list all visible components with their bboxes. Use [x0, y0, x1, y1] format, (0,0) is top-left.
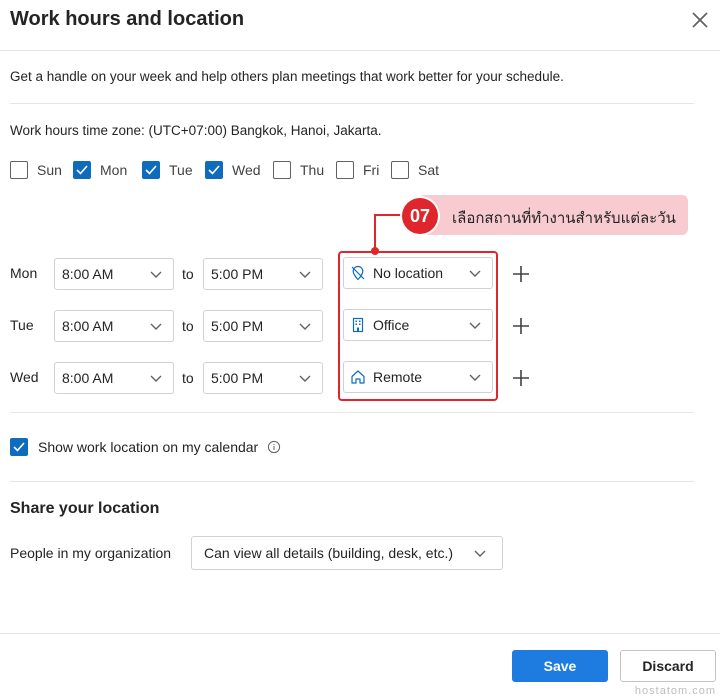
schedule-day-label: Mon — [10, 265, 38, 281]
share-heading: Share your location — [10, 500, 160, 517]
show-location-label: Show work location on my calendar — [38, 439, 259, 455]
checkmark-icon — [208, 165, 220, 175]
end-time-dropdown[interactable]: 5:00 PM — [203, 310, 323, 342]
to-label: to — [182, 266, 194, 282]
chevron-down-icon — [299, 323, 311, 330]
checkmark-icon — [13, 442, 25, 452]
add-icon[interactable] — [511, 316, 531, 336]
day-checkbox-sun[interactable]: Sun — [10, 160, 62, 180]
day-label: Sun — [37, 162, 62, 178]
footer-divider — [0, 633, 720, 634]
watermark: hostatom.com — [634, 685, 716, 697]
callout-highlight-box — [338, 251, 498, 401]
divider — [10, 412, 694, 413]
chevron-down-icon — [150, 271, 162, 278]
discard-button[interactable]: Discard — [620, 650, 716, 682]
checkbox[interactable] — [273, 161, 291, 179]
day-checkbox-sat[interactable]: Sat — [391, 160, 439, 180]
divider — [10, 103, 694, 104]
day-label: Wed — [232, 162, 261, 178]
to-label: to — [182, 370, 194, 386]
schedule-day-label: Wed — [10, 369, 39, 385]
day-checkbox-fri[interactable]: Fri — [336, 160, 379, 180]
dialog-title: Work hours and location — [10, 8, 245, 30]
checkbox[interactable] — [10, 438, 28, 456]
start-time-dropdown[interactable]: 8:00 AM — [54, 258, 174, 290]
start-time-dropdown[interactable]: 8:00 AM — [54, 310, 174, 342]
day-label: Tue — [169, 162, 193, 178]
close-icon[interactable] — [688, 8, 712, 32]
chevron-down-icon — [299, 375, 311, 382]
day-checkbox-mon[interactable]: Mon — [73, 160, 127, 180]
checkbox[interactable] — [10, 161, 28, 179]
add-icon[interactable] — [511, 264, 531, 284]
people-permission-dropdown[interactable]: Can view all details (building, desk, et… — [191, 536, 503, 570]
chevron-down-icon — [150, 375, 162, 382]
timezone-text: Work hours time zone: (UTC+07:00) Bangko… — [10, 123, 382, 138]
day-checkbox-tue[interactable]: Tue — [142, 160, 193, 180]
chevron-down-icon — [474, 550, 486, 557]
info-icon[interactable] — [267, 440, 281, 454]
day-label: Sat — [418, 162, 440, 178]
chevron-down-icon — [150, 323, 162, 330]
dropdown-value: Can view all details (building, desk, et… — [204, 545, 454, 561]
add-icon[interactable] — [511, 368, 531, 388]
show-location-checkbox[interactable]: Show work location on my calendar — [10, 438, 281, 456]
checkbox[interactable] — [73, 161, 91, 179]
callout-line — [374, 214, 376, 250]
dropdown-value: 5:00 PM — [211, 370, 264, 386]
divider — [10, 481, 694, 482]
people-label: People in my organization — [10, 545, 172, 561]
callout-line — [374, 214, 404, 216]
header-divider — [0, 50, 720, 51]
callout-number-badge: 07 — [402, 198, 438, 234]
checkbox[interactable] — [391, 161, 409, 179]
dropdown-value: 8:00 AM — [62, 266, 114, 282]
day-label: Mon — [100, 162, 128, 178]
start-time-dropdown[interactable]: 8:00 AM — [54, 362, 174, 394]
checkbox[interactable] — [336, 161, 354, 179]
dropdown-value: 5:00 PM — [211, 266, 264, 282]
dropdown-value: 5:00 PM — [211, 318, 264, 334]
day-checkbox-wed[interactable]: Wed — [205, 160, 261, 180]
end-time-dropdown[interactable]: 5:00 PM — [203, 258, 323, 290]
dropdown-value: 8:00 AM — [62, 318, 114, 334]
checkbox[interactable] — [205, 161, 223, 179]
callout-text: เลือกสถานที่ทำงานสำหรับแต่ละวัน — [452, 210, 676, 227]
checkmark-icon — [145, 165, 157, 175]
end-time-dropdown[interactable]: 5:00 PM — [203, 362, 323, 394]
checkbox[interactable] — [142, 161, 160, 179]
save-button[interactable]: Save — [512, 650, 608, 682]
checkmark-icon — [76, 165, 88, 175]
dropdown-value: 8:00 AM — [62, 370, 114, 386]
day-label: Fri — [363, 162, 380, 178]
chevron-down-icon — [299, 271, 311, 278]
day-label: Thu — [300, 162, 325, 178]
to-label: to — [182, 318, 194, 334]
day-checkbox-thu[interactable]: Thu — [273, 160, 324, 180]
dialog-description: Get a handle on your week and help other… — [10, 69, 564, 84]
schedule-day-label: Tue — [10, 317, 34, 333]
